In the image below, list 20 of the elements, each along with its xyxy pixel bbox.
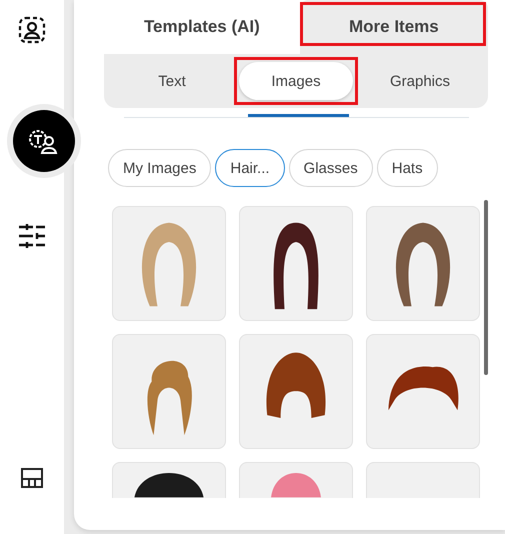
sidebar-button[interactable] — [13, 110, 75, 172]
layout-icon — [21, 468, 43, 488]
person-badge-icon — [28, 127, 60, 155]
hair-tile[interactable] — [112, 206, 226, 321]
hair-tile[interactable] — [239, 334, 353, 449]
hair-tile[interactable] — [366, 334, 480, 449]
portrait-frame-icon — [18, 16, 46, 44]
category-chip[interactable]: My Images — [108, 149, 212, 187]
scrollbar[interactable] — [484, 200, 488, 375]
hair-tile[interactable] — [366, 206, 480, 321]
category-chip[interactable]: Glasses — [288, 149, 373, 187]
subtab[interactable]: Images — [239, 62, 353, 100]
subtab[interactable]: Graphics — [363, 62, 477, 100]
category-chip[interactable]: Hats — [376, 149, 438, 187]
hair-tile[interactable] — [112, 334, 226, 449]
subtab[interactable]: Text — [115, 62, 229, 100]
tab[interactable]: More Items — [300, 0, 488, 54]
sliders-icon — [18, 223, 46, 249]
hair-tile[interactable] — [239, 206, 353, 321]
category-chip[interactable]: Hair... — [215, 149, 285, 187]
